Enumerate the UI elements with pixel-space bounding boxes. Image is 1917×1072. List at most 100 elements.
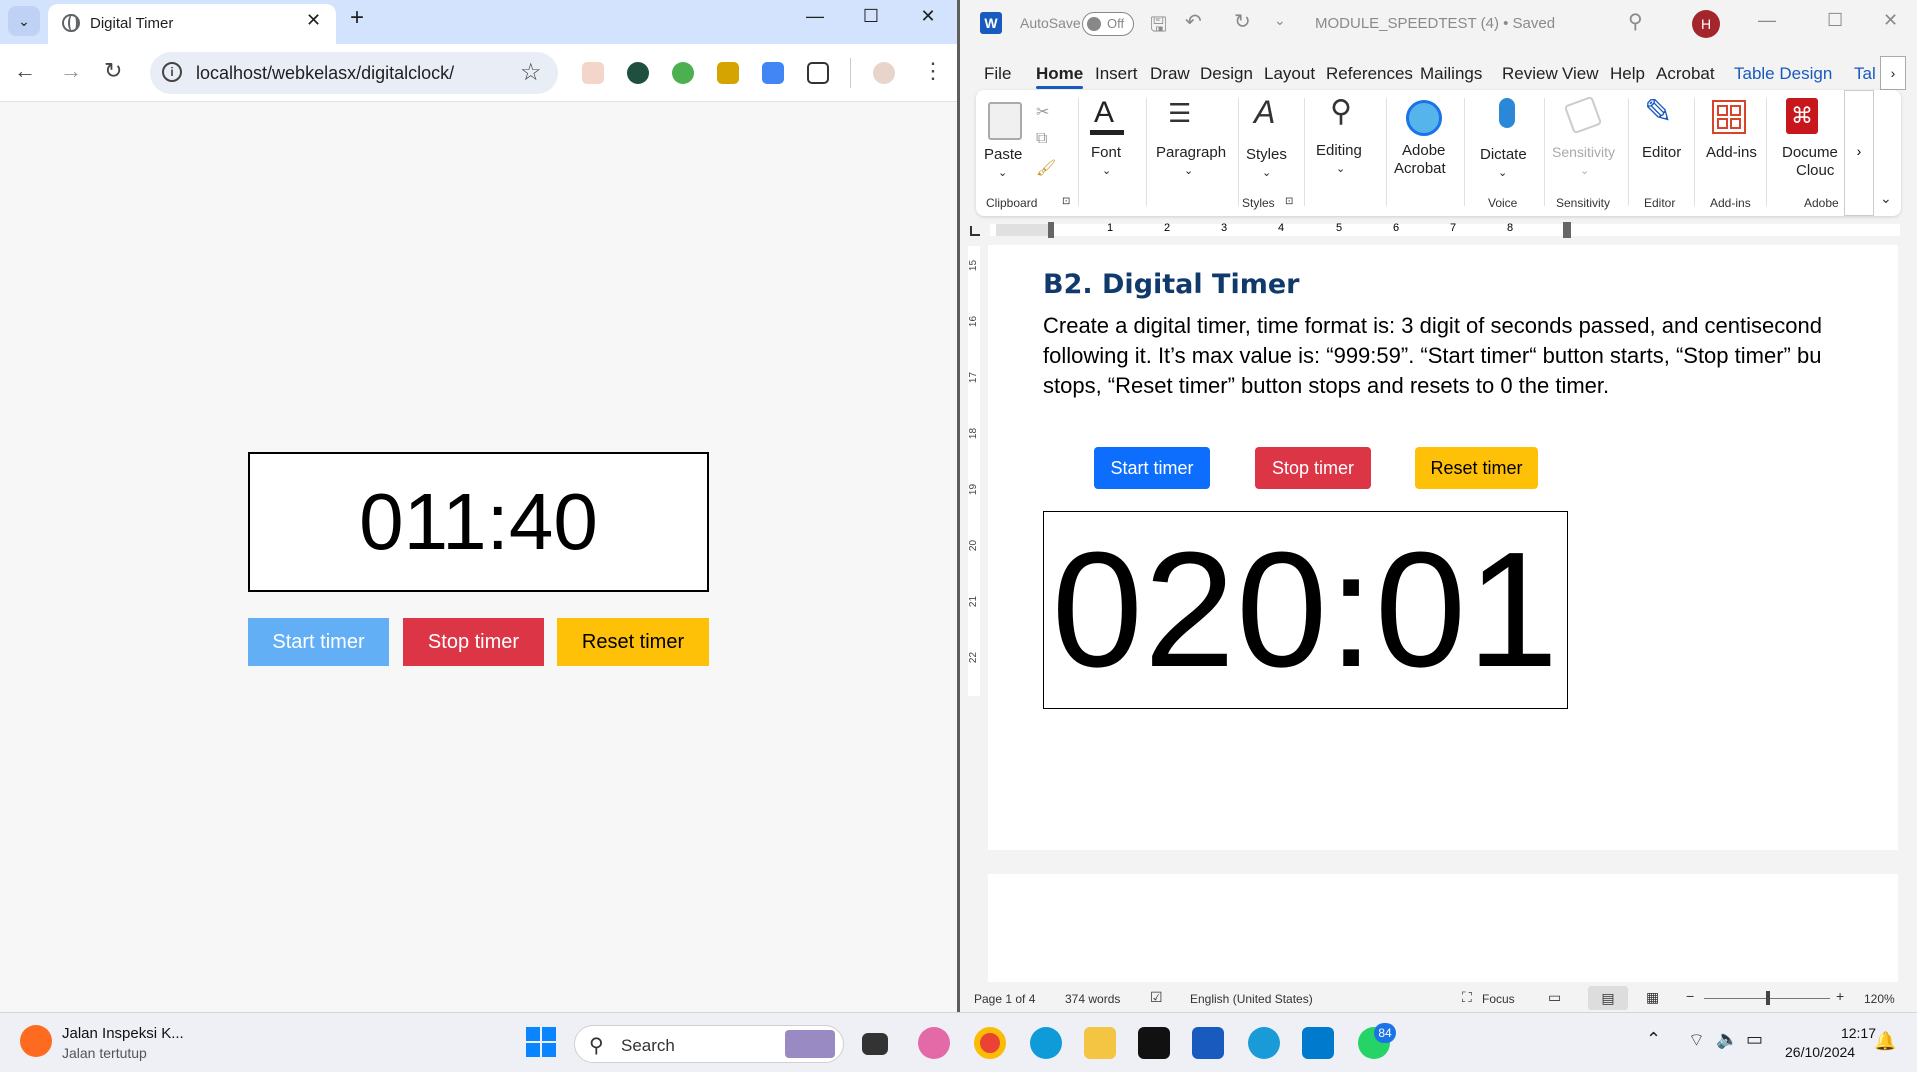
file-explorer-icon[interactable] — [1084, 1027, 1116, 1059]
read-mode-icon[interactable]: ▭ — [1548, 989, 1561, 1006]
paste-dropdown-icon[interactable]: ⌄ — [998, 166, 1007, 179]
styles-label[interactable]: Styles — [1246, 146, 1287, 163]
tab-review[interactable]: Review — [1502, 64, 1558, 84]
copilot-icon[interactable] — [918, 1027, 950, 1059]
maximize-button[interactable]: ☐ — [1827, 10, 1843, 31]
tab-view[interactable]: View — [1562, 64, 1599, 84]
adobe-acrobat-label-1[interactable]: Adobe — [1402, 142, 1445, 159]
web-layout-icon[interactable]: ▦ — [1646, 989, 1659, 1006]
undo-icon[interactable]: ↶ — [1185, 9, 1202, 34]
editing-label[interactable]: Editing — [1316, 142, 1362, 159]
tab-draw[interactable]: Draw — [1150, 64, 1190, 84]
extensions-puzzle-icon[interactable] — [807, 62, 829, 84]
bookmark-star-icon[interactable]: ☆ — [520, 58, 542, 87]
adobe-acrobat-icon[interactable] — [1406, 100, 1442, 136]
zoom-level[interactable]: 120% — [1864, 992, 1895, 1006]
more-tabs-button[interactable]: › — [1880, 56, 1906, 90]
redo-icon[interactable]: ↻ — [1234, 9, 1251, 34]
taskbar-search[interactable]: ⚲ Search — [574, 1025, 844, 1063]
horizontal-ruler[interactable]: 1 2 3 4 5 6 7 8 — [960, 220, 1917, 240]
show-hidden-icons[interactable]: ⌃ — [1646, 1029, 1661, 1050]
format-painter-icon[interactable]: 🖌 — [1036, 158, 1056, 178]
extension-icon-3[interactable] — [672, 62, 694, 84]
windows-start-icon[interactable] — [526, 1027, 558, 1059]
tab-acrobat[interactable]: Acrobat — [1656, 64, 1715, 84]
tab-design[interactable]: Design — [1200, 64, 1253, 84]
tab-references[interactable]: References — [1326, 64, 1413, 84]
ribbon-scroll-right-button[interactable]: › — [1844, 90, 1874, 216]
volume-icon[interactable]: 🔈 — [1716, 1029, 1738, 1050]
table-column-marker[interactable] — [1563, 222, 1571, 238]
minimize-button[interactable]: — — [795, 6, 835, 27]
maximize-button[interactable]: ☐ — [851, 6, 891, 27]
site-info-icon[interactable]: i — [162, 62, 182, 82]
stop-timer-button[interactable]: Stop timer — [403, 618, 544, 666]
paragraph-dropdown-icon[interactable]: ⌄ — [1184, 164, 1193, 177]
editing-dropdown-icon[interactable]: ⌄ — [1336, 162, 1345, 175]
customize-qat-icon[interactable]: ⌄ — [1274, 12, 1286, 29]
paragraph-icon[interactable]: ☰ — [1168, 98, 1191, 129]
font-dropdown-icon[interactable]: ⌄ — [1102, 164, 1111, 177]
vscode-taskbar-icon[interactable] — [1302, 1027, 1334, 1059]
avatar[interactable]: H — [1692, 10, 1720, 38]
ribbon-collapse-icon[interactable]: ⌄ — [1880, 190, 1892, 207]
print-layout-icon[interactable]: ▤ — [1588, 986, 1628, 1010]
document-cloud-icon[interactable]: ⌘ — [1786, 98, 1818, 134]
styles-launcher-icon[interactable]: ⊡ — [1285, 196, 1293, 207]
notification-title[interactable]: Jalan Inspeksi K... — [62, 1025, 184, 1042]
add-ins-icon[interactable] — [1712, 100, 1746, 134]
notification-subtitle[interactable]: Jalan tertutup — [62, 1045, 147, 1061]
language-indicator[interactable]: English (United States) — [1190, 992, 1313, 1006]
edge-taskbar-icon[interactable] — [1030, 1027, 1062, 1059]
editor-pen-icon[interactable]: ✎ — [1644, 92, 1673, 132]
page-count[interactable]: Page 1 of 4 — [974, 992, 1035, 1006]
tab-selector-icon[interactable] — [970, 226, 980, 236]
address-bar[interactable]: i localhost/webkelasx/digitalclock/ ☆ — [150, 52, 558, 94]
chrome-taskbar-icon[interactable] — [974, 1027, 1006, 1059]
extension-icon-1[interactable] — [582, 62, 604, 84]
reset-timer-button[interactable]: Reset timer — [557, 618, 709, 666]
extension-icon-4[interactable] — [717, 62, 739, 84]
paste-icon[interactable] — [988, 102, 1022, 140]
editor-label[interactable]: Editor — [1642, 144, 1681, 161]
copy-icon[interactable]: ⧉ — [1036, 130, 1047, 148]
document-cloud-label-2[interactable]: Clouc — [1796, 162, 1834, 179]
tab-layout[interactable]: Layout — [1264, 64, 1315, 84]
traffic-alert-icon[interactable] — [20, 1025, 52, 1057]
profile-icon[interactable] — [873, 62, 895, 84]
adobe-acrobat-label-2[interactable]: Acrobat — [1394, 160, 1446, 177]
font-label[interactable]: Font — [1091, 144, 1121, 161]
font-icon[interactable]: A — [1094, 96, 1114, 130]
document-cloud-label-1[interactable]: Docume — [1782, 144, 1838, 161]
document-page[interactable]: B2. Digital Timer Create a digital timer… — [988, 245, 1898, 852]
paragraph-label[interactable]: Paragraph — [1156, 144, 1226, 161]
task-view-icon[interactable] — [862, 1033, 888, 1055]
add-ins-label[interactable]: Add-ins — [1706, 144, 1757, 161]
focus-icon[interactable]: ⛶ — [1462, 989, 1472, 1006]
autosave-toggle[interactable]: Off — [1082, 12, 1134, 36]
styles-icon[interactable]: A — [1254, 94, 1275, 131]
next-page[interactable] — [988, 874, 1898, 982]
save-icon[interactable]: 🖫 — [1150, 10, 1167, 44]
more-menu-icon[interactable]: ⋮ — [922, 58, 944, 84]
tab-home[interactable]: Home — [1036, 64, 1083, 84]
start-timer-button[interactable]: Start timer — [248, 618, 389, 666]
dictate-label[interactable]: Dictate — [1480, 146, 1527, 163]
tab-help[interactable]: Help — [1610, 64, 1645, 84]
focus-label[interactable]: Focus — [1482, 992, 1515, 1006]
tab-insert[interactable]: Insert — [1095, 64, 1138, 84]
close-window-button[interactable]: ✕ — [908, 6, 948, 27]
dictate-dropdown-icon[interactable]: ⌄ — [1498, 166, 1507, 179]
word-count[interactable]: 374 words — [1065, 992, 1120, 1006]
forward-icon[interactable]: → — [60, 58, 82, 84]
app-taskbar-icon[interactable] — [1248, 1027, 1280, 1059]
paste-label[interactable]: Paste — [984, 146, 1022, 163]
translate-extension-icon[interactable] — [762, 62, 784, 84]
cut-icon[interactable]: ✂ — [1036, 102, 1049, 122]
search-icon[interactable]: ⚲ — [1628, 9, 1643, 34]
clipboard-launcher-icon[interactable]: ⊡ — [1062, 196, 1070, 207]
clock-time[interactable]: 12:17 — [1828, 1025, 1876, 1041]
battery-icon[interactable]: ▭ — [1746, 1029, 1763, 1050]
wifi-icon[interactable]: ⌔ — [1688, 1029, 1705, 1052]
vertical-ruler[interactable]: 15 16 17 18 19 20 21 22 — [960, 240, 988, 852]
